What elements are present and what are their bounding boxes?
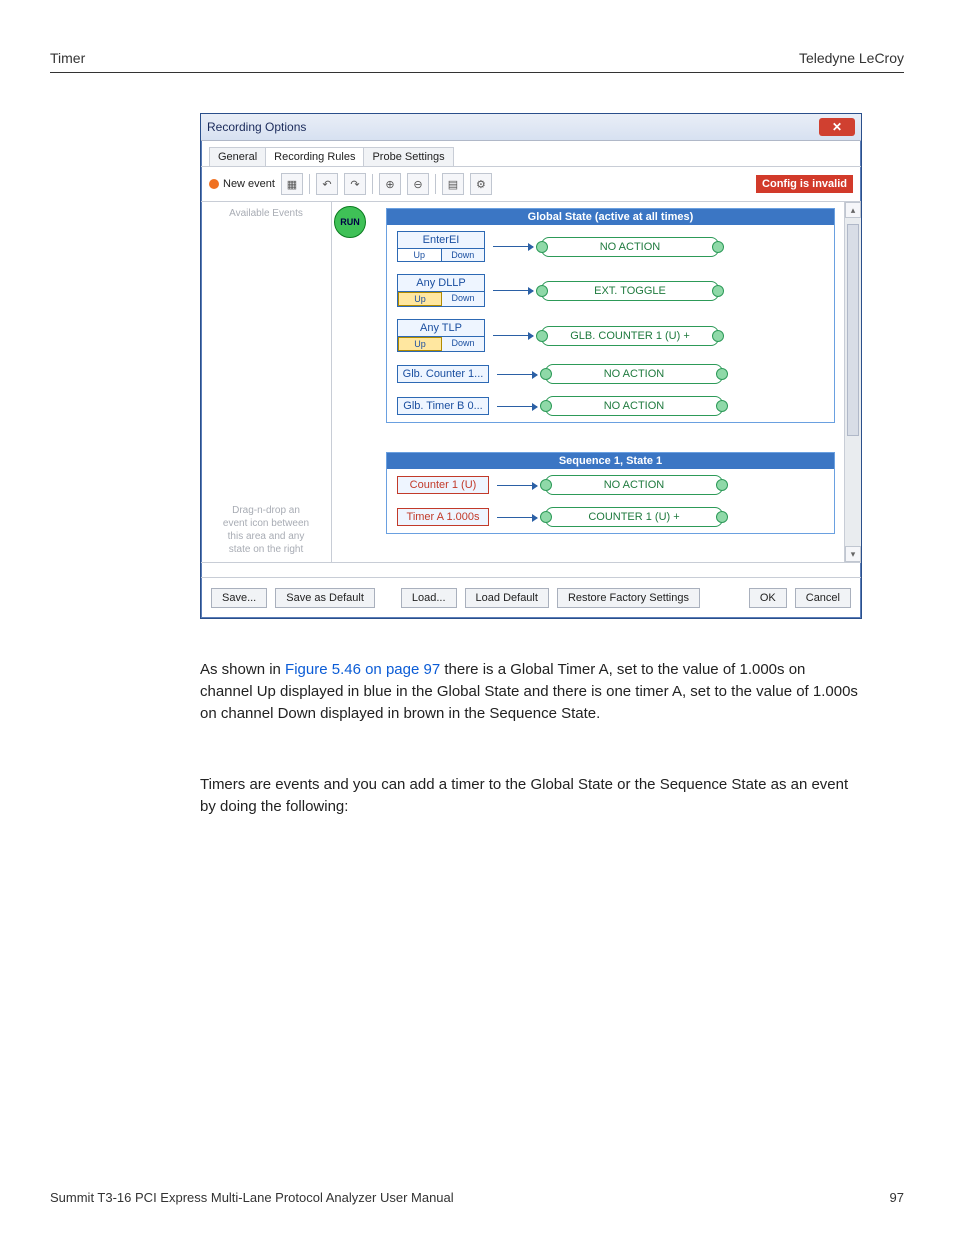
event-any-dllp[interactable]: Any DLLP UpDown <box>397 274 485 307</box>
restore-factory-button[interactable]: Restore Factory Settings <box>557 588 700 608</box>
paste-icon[interactable]: ▦ <box>281 173 303 195</box>
event-enterei[interactable]: EnterEI UpDown <box>397 231 485 262</box>
action-counter-1[interactable]: COUNTER 1 (U) + <box>545 507 723 527</box>
action-no-action[interactable]: NO ACTION <box>545 364 723 384</box>
connector-icon <box>493 290 533 291</box>
channel-up[interactable]: Up <box>398 337 442 351</box>
scrollbar[interactable]: ▴ ▾ <box>844 202 861 562</box>
channel-up[interactable]: Up <box>398 249 442 261</box>
view-icon[interactable]: ▤ <box>442 173 464 195</box>
action-no-action[interactable]: NO ACTION <box>545 475 723 495</box>
global-state-block[interactable]: Global State (active at all times) Enter… <box>386 208 835 423</box>
action-no-action[interactable]: NO ACTION <box>545 396 723 416</box>
close-icon[interactable]: ✕ <box>819 118 855 136</box>
config-invalid-badge: Config is invalid <box>756 175 853 193</box>
event-label: Any DLLP <box>398 275 484 291</box>
tab-recording-rules[interactable]: Recording Rules <box>265 147 364 166</box>
rule-row[interactable]: Glb. Counter 1... NO ACTION <box>387 358 834 390</box>
zoom-out-icon[interactable]: ⊖ <box>407 173 429 195</box>
load-button[interactable]: Load... <box>401 588 457 608</box>
load-default-button[interactable]: Load Default <box>465 588 549 608</box>
hint-line: state on the right <box>207 543 325 556</box>
channel-down[interactable]: Down <box>442 292 484 306</box>
scroll-down-icon[interactable]: ▾ <box>845 546 861 562</box>
tabs: General Recording Rules Probe Settings <box>201 141 861 167</box>
recording-options-window: Recording Options ✕ General Recording Ru… <box>200 113 862 619</box>
rule-row[interactable]: Timer A 1.000s COUNTER 1 (U) + <box>387 501 834 533</box>
toolbar: New event ▦ ↶ ↷ ⊕ ⊖ ▤ ⚙ Config is invali… <box>201 167 861 201</box>
action-ext-toggle[interactable]: EXT. TOGGLE <box>541 281 719 301</box>
footer-page-number: 97 <box>890 1190 904 1205</box>
rule-row[interactable]: Any TLP UpDown GLB. COUNTER 1 (U) + <box>387 313 834 358</box>
new-event-icon <box>209 179 219 189</box>
options-icon[interactable]: ⚙ <box>470 173 492 195</box>
rules-canvas[interactable]: RUN Global State (active at all times) E… <box>332 202 861 562</box>
rule-row[interactable]: Glb. Timer B 0... NO ACTION <box>387 390 834 422</box>
available-events-label: Available Events <box>207 208 325 219</box>
new-event-button[interactable]: New event <box>209 178 275 190</box>
action-no-action[interactable]: NO ACTION <box>541 237 719 257</box>
connector-icon <box>497 485 537 486</box>
global-state-header: Global State (active at all times) <box>387 209 834 225</box>
separator <box>372 174 373 194</box>
ok-button[interactable]: OK <box>749 588 787 608</box>
footer-left: Summit T3-16 PCI Express Multi-Lane Prot… <box>50 1190 454 1205</box>
connector-icon <box>493 246 533 247</box>
event-timer-a[interactable]: Timer A 1.000s <box>397 508 489 526</box>
rule-row[interactable]: Counter 1 (U) NO ACTION <box>387 469 834 501</box>
connector-icon <box>493 335 533 336</box>
header-left: Timer <box>50 50 85 66</box>
undo-icon[interactable]: ↶ <box>316 173 338 195</box>
separator <box>435 174 436 194</box>
hint-line: this area and any <box>207 530 325 543</box>
workarea: Available Events Drag-n-drop an event ic… <box>201 201 861 562</box>
figure-link[interactable]: Figure 5.46 on page 97 <box>285 661 440 678</box>
window-title: Recording Options <box>207 120 306 134</box>
tab-probe-settings[interactable]: Probe Settings <box>363 147 453 166</box>
sequence-state-block[interactable]: Sequence 1, State 1 Counter 1 (U) NO ACT… <box>386 452 835 534</box>
save-as-default-button[interactable]: Save as Default <box>275 588 375 608</box>
save-button[interactable]: Save... <box>211 588 267 608</box>
zoom-in-icon[interactable]: ⊕ <box>379 173 401 195</box>
dialog-footer: Save... Save as Default Load... Load Def… <box>201 577 861 618</box>
para1-pre: As shown in <box>200 661 285 678</box>
sequence-state-header: Sequence 1, State 1 <box>387 453 834 469</box>
hint-line: event icon between <box>207 517 325 530</box>
channel-down[interactable]: Down <box>442 337 484 351</box>
run-node[interactable]: RUN <box>334 206 366 238</box>
available-events-panel: Available Events Drag-n-drop an event ic… <box>201 202 332 562</box>
body-paragraph-1: As shown in Figure 5.46 on page 97 there… <box>200 659 860 724</box>
channel-up[interactable]: Up <box>398 292 442 306</box>
channel-down[interactable]: Down <box>442 249 485 261</box>
event-glb-timer-b[interactable]: Glb. Timer B 0... <box>397 397 489 415</box>
separator <box>309 174 310 194</box>
action-glb-counter[interactable]: GLB. COUNTER 1 (U) + <box>541 326 719 346</box>
connector-icon <box>497 517 537 518</box>
new-event-label: New event <box>223 178 275 190</box>
header-right: Teledyne LeCroy <box>799 50 904 66</box>
hint-line: Drag-n-drop an <box>207 504 325 517</box>
tab-general[interactable]: General <box>209 147 266 166</box>
drag-hint: Drag-n-drop an event icon between this a… <box>207 504 325 556</box>
event-any-tlp[interactable]: Any TLP UpDown <box>397 319 485 352</box>
titlebar: Recording Options ✕ <box>201 114 861 141</box>
redo-icon[interactable]: ↷ <box>344 173 366 195</box>
scroll-up-icon[interactable]: ▴ <box>845 202 861 218</box>
connector-icon <box>497 406 537 407</box>
rule-row[interactable]: Any DLLP UpDown EXT. TOGGLE <box>387 268 834 313</box>
cancel-button[interactable]: Cancel <box>795 588 851 608</box>
event-glb-counter[interactable]: Glb. Counter 1... <box>397 365 489 383</box>
rule-row[interactable]: EnterEI UpDown NO ACTION <box>387 225 834 268</box>
event-label: EnterEI <box>398 232 484 248</box>
event-label: Any TLP <box>398 320 484 336</box>
connector-icon <box>497 374 537 375</box>
scroll-thumb[interactable] <box>847 224 859 436</box>
event-counter-1[interactable]: Counter 1 (U) <box>397 476 489 494</box>
body-paragraph-2: Timers are events and you can add a time… <box>200 774 860 818</box>
header-rule <box>50 72 904 73</box>
